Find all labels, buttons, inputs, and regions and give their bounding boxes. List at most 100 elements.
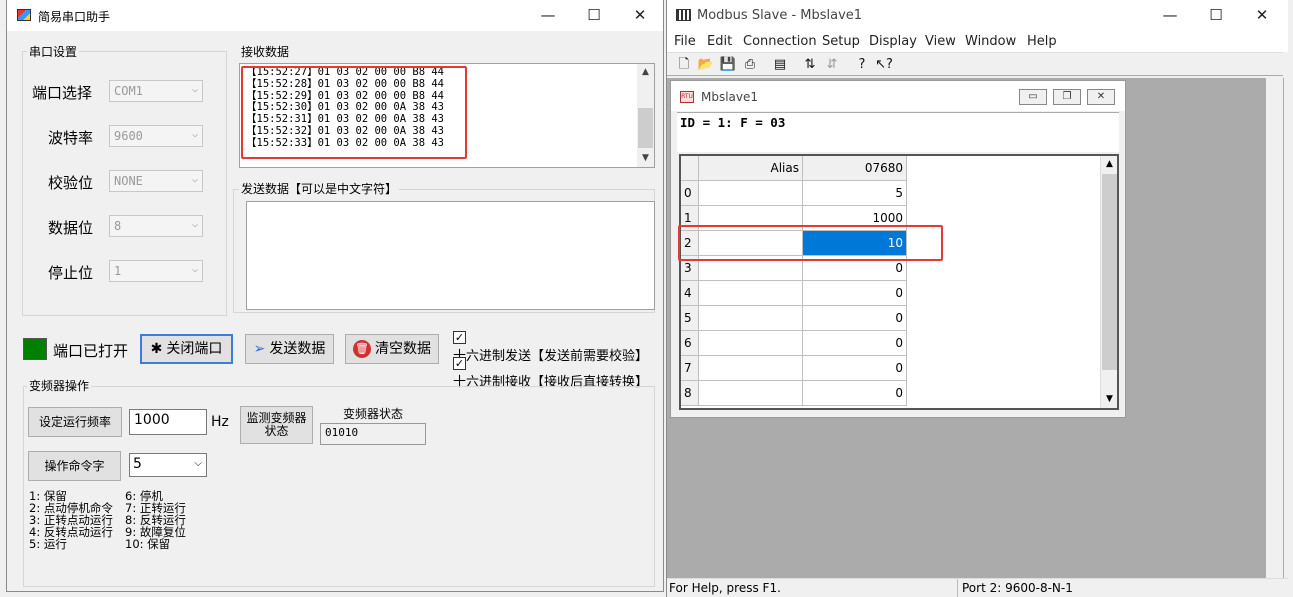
scroll-up-icon[interactable]: ▲ <box>637 64 654 81</box>
register-value-cell[interactable]: 0 <box>803 281 907 306</box>
slave-info: ID = 1: F = 03 <box>677 112 1119 152</box>
monitor-status-button[interactable]: 监测变频器状态 <box>240 406 313 444</box>
stopbits-label: 停止位 <box>48 264 94 282</box>
print-icon[interactable]: ⎙ <box>741 56 759 73</box>
stopbits-select[interactable]: 1 ⌵ <box>109 260 203 282</box>
port-status-indicator <box>23 338 47 360</box>
highlight-box <box>241 66 467 159</box>
parity-select[interactable]: NONE ⌵ <box>109 170 203 192</box>
send-textarea[interactable] <box>246 201 655 310</box>
child-titlebar: RTU Mbslave1 ▭ ❐ ✕ <box>671 81 1125 111</box>
send-button[interactable]: ➢ 发送数据 <box>245 334 334 364</box>
toolbar: 🗋 📂 💾 ⎙ ▤ ⇅ ⇵ ? ↖? <box>667 52 1283 76</box>
check-icon: ✓ <box>453 331 466 344</box>
inverter-label: 变频器操作 <box>27 377 92 394</box>
minimize-button[interactable]: — <box>525 0 571 31</box>
menu-setup[interactable]: Setup <box>822 34 860 49</box>
document-icon: RTU <box>680 91 694 103</box>
databits-select[interactable]: 8 ⌵ <box>109 215 203 237</box>
register-grid: Alias 07680 0 5 1 1000 2 10 3 0 4 0 5 0 6 0 7 0 8 0 ▲ ▼ <box>679 154 1119 410</box>
menu-display[interactable]: Display <box>869 34 917 49</box>
scroll-up-icon[interactable]: ▲ <box>1101 156 1117 173</box>
paper-plane-icon: ➢ <box>253 341 266 357</box>
scroll-thumb[interactable] <box>638 108 653 148</box>
close-button[interactable]: ✕ <box>1239 0 1285 31</box>
child-minimize-button[interactable]: ▭ <box>1019 89 1047 105</box>
check-icon: ✓ <box>453 357 466 370</box>
legend-item: 10: 保留 <box>125 537 171 551</box>
command-select[interactable]: 5 ⌵ <box>129 453 207 477</box>
register-value-cell[interactable]: 0 <box>803 306 907 331</box>
window-icon[interactable]: ▤ <box>771 56 789 73</box>
alias-cell[interactable] <box>699 181 803 206</box>
trash-icon: 🗑 <box>353 340 371 358</box>
grid-scrollbar[interactable]: ▲ ▼ <box>1100 156 1117 408</box>
help-icon[interactable]: ? <box>853 56 871 73</box>
chevron-down-icon: ⌵ <box>191 264 198 275</box>
clear-button[interactable]: 🗑 清空数据 <box>345 334 439 364</box>
chevron-down-icon: ⌵ <box>191 219 198 230</box>
register-value-cell[interactable]: 0 <box>803 356 907 381</box>
port-settings-label: 串口设置 <box>27 43 80 60</box>
close-port-button[interactable]: ✱ 关闭端口 <box>140 334 233 364</box>
command-word-button[interactable]: 操作命令字 <box>28 451 121 481</box>
disconnect-icon[interactable]: ⇵ <box>823 56 841 73</box>
child-close-button[interactable]: ✕ <box>1087 89 1115 105</box>
alias-cell[interactable] <box>699 331 803 356</box>
baud-select[interactable]: 9600 ⌵ <box>109 125 203 147</box>
menu-file[interactable]: File <box>674 34 696 49</box>
scroll-down-icon[interactable]: ▼ <box>637 150 654 167</box>
port-status: Port 2: 9600-8-N-1 <box>962 581 1073 595</box>
frequency-input[interactable]: 1000 <box>129 409 207 435</box>
child-restore-button[interactable]: ❐ <box>1053 89 1081 105</box>
minimize-button[interactable]: — <box>1147 0 1193 31</box>
alias-header: Alias <box>699 156 803 181</box>
send-label: 发送数据【可以是中文字符】 <box>239 180 400 197</box>
unplug-icon: ✱ <box>150 341 163 357</box>
save-icon[interactable]: 💾 <box>719 56 737 73</box>
frequency-unit: Hz <box>211 414 229 430</box>
inverter-status-label: 变频器状态 <box>343 407 404 421</box>
register-value-cell[interactable]: 0 <box>803 381 907 406</box>
port-status-text: 端口已打开 <box>53 342 129 360</box>
menu-window[interactable]: Window <box>965 34 1016 49</box>
databits-label: 数据位 <box>48 219 94 237</box>
modbus-window-title: Modbus Slave - Mbslave1 <box>697 8 863 23</box>
row-number: 8 <box>681 381 699 406</box>
row-number: 5 <box>681 306 699 331</box>
serial-titlebar: 简易串口助手 — ☐ ✕ <box>7 0 663 31</box>
port-select[interactable]: COM1 ⌵ <box>109 80 203 102</box>
menu-view[interactable]: View <box>925 34 956 49</box>
register-value-cell[interactable]: 5 <box>803 181 907 206</box>
connect-icon[interactable]: ⇅ <box>801 56 819 73</box>
close-button[interactable]: ✕ <box>617 0 663 31</box>
context-help-icon[interactable]: ↖? <box>875 56 893 73</box>
register-value-cell[interactable]: 0 <box>803 331 907 356</box>
child-title: Mbslave1 <box>701 90 759 104</box>
alias-cell[interactable] <box>699 281 803 306</box>
alias-cell[interactable] <box>699 381 803 406</box>
menu-edit[interactable]: Edit <box>707 34 732 49</box>
menu-bar: File Edit Connection Setup Display View … <box>667 31 1288 52</box>
modbus-titlebar: Modbus Slave - Mbslave1 — ☐ ✕ <box>667 0 1288 31</box>
grid-corner <box>681 156 699 181</box>
port-label: 端口选择 <box>32 84 93 102</box>
parity-label: 校验位 <box>48 174 94 192</box>
modbus-slave-window: Modbus Slave - Mbslave1 — ☐ ✕ File Edit … <box>666 0 1288 597</box>
menu-connection[interactable]: Connection <box>743 34 817 49</box>
alias-cell[interactable] <box>699 356 803 381</box>
alias-cell[interactable] <box>699 306 803 331</box>
receive-scrollbar[interactable]: ▲ ▼ <box>637 64 654 167</box>
legend-item: 5: 运行 <box>29 537 67 551</box>
grid-scroll-thumb[interactable] <box>1102 174 1117 370</box>
menu-help[interactable]: Help <box>1027 34 1057 49</box>
workspace-scrollbar[interactable] <box>1266 78 1283 578</box>
hex-receive-checkbox[interactable]: ✓十六进制接收【接收后直接转换】 <box>453 356 663 390</box>
maximize-button[interactable]: ☐ <box>571 0 617 31</box>
set-frequency-button[interactable]: 设定运行频率 <box>28 407 122 437</box>
scroll-down-icon[interactable]: ▼ <box>1101 391 1117 408</box>
open-icon[interactable]: 📂 <box>697 56 715 73</box>
serial-assistant-window: 简易串口助手 — ☐ ✕ 串口设置 端口选择 COM1 ⌵ 波特率 9600 ⌵ 校… <box>6 0 664 592</box>
maximize-button[interactable]: ☐ <box>1193 0 1239 31</box>
new-icon[interactable]: 🗋 <box>675 56 693 73</box>
